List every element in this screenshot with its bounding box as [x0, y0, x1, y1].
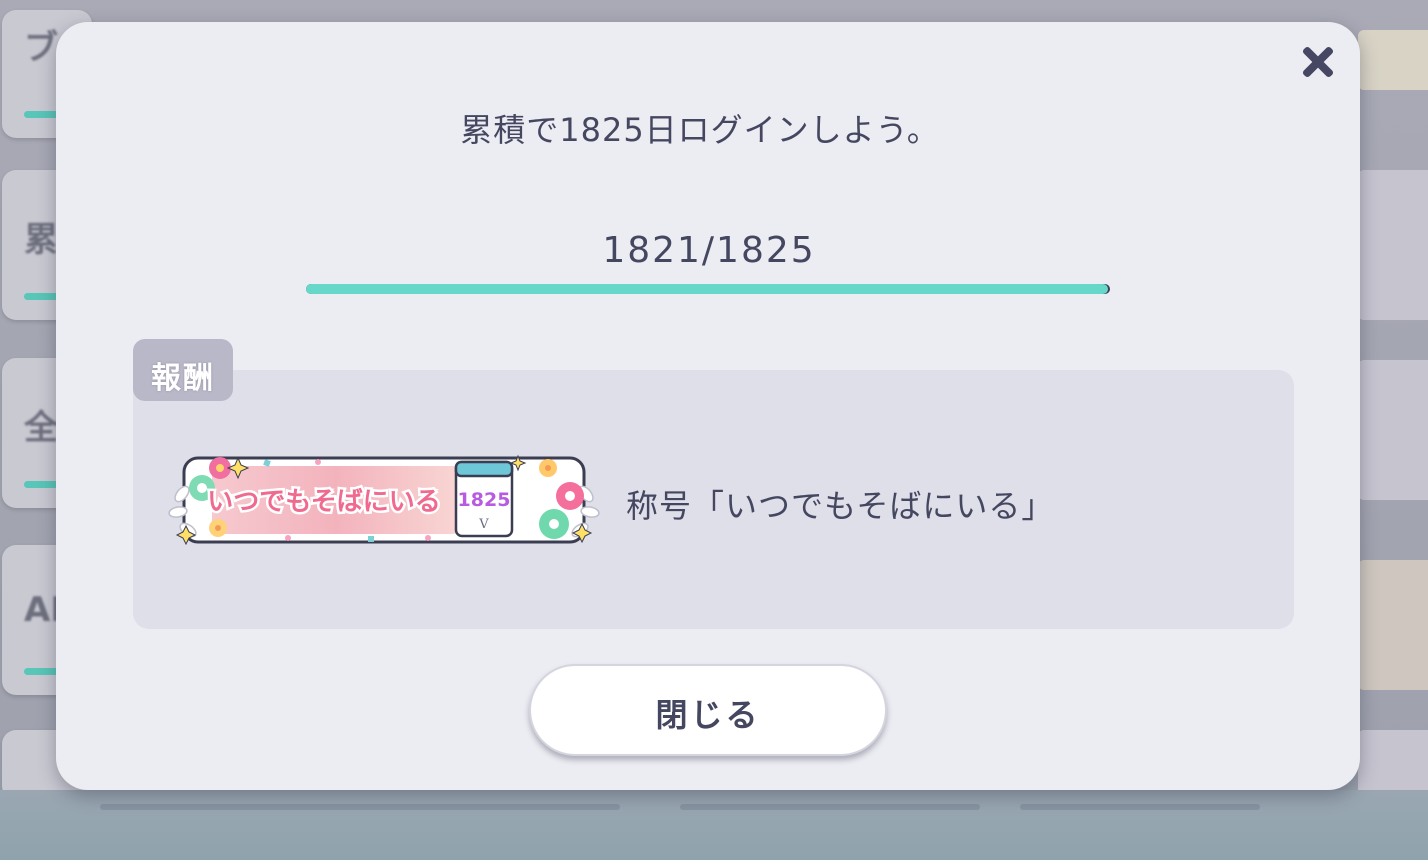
background-bottom [0, 790, 1428, 860]
close-x-icon[interactable] [1296, 40, 1340, 84]
calendar-icon: 1825 V [454, 460, 514, 538]
reward-tag-label: 報酬 [151, 361, 215, 396]
close-button[interactable]: 閉じる [529, 664, 887, 756]
close-button-label: 閉じる [655, 696, 761, 734]
reward-tag: 報酬 [133, 339, 233, 401]
progress-bar [306, 284, 1110, 294]
progress-count: 1821/1825 [602, 230, 816, 271]
background-block [1358, 560, 1428, 690]
reward-name: 称号「いつでもそばにいる」 [626, 487, 1055, 525]
background-block [1358, 30, 1428, 90]
svg-text:1825: 1825 [458, 489, 511, 511]
mission-description: 累積で1825日ログインしよう。 [460, 111, 940, 149]
svg-text:V: V [478, 517, 489, 532]
svg-text:いつでもそばにいる: いつでもそばにいる [207, 487, 440, 517]
progress-bar-fill [306, 284, 1109, 294]
title-badge-image: いつでもそばにいる 1825 V [168, 454, 600, 546]
background-block [1358, 360, 1428, 500]
